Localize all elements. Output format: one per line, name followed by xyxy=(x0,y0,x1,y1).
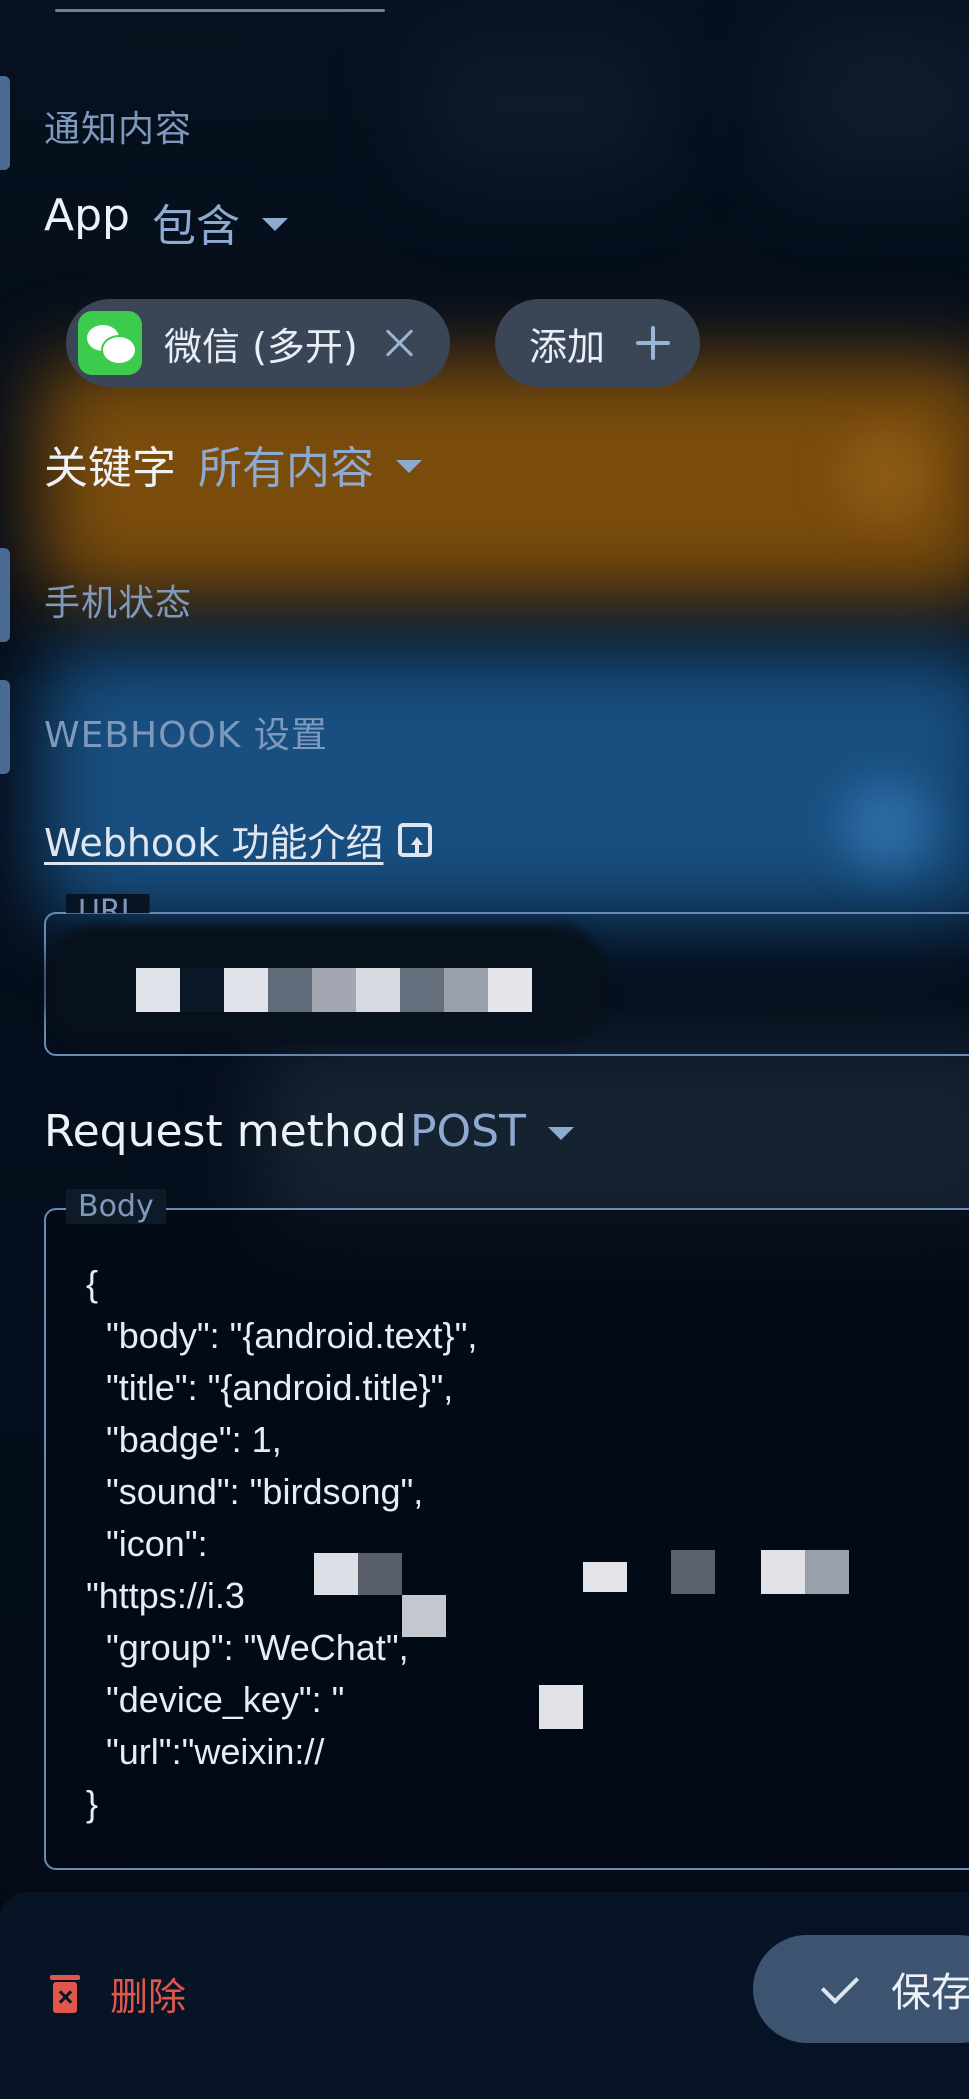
section-marker xyxy=(0,680,10,774)
webhook-intro-link[interactable]: Webhook 功能介绍 xyxy=(44,812,432,867)
redaction-pixel xyxy=(314,1553,358,1595)
caret-down-icon xyxy=(396,459,422,473)
app-chip-label: 微信 (多开) xyxy=(164,324,358,369)
body-line: "device_key": " xyxy=(86,1679,345,1720)
delete-button[interactable]: 删除 xyxy=(50,1966,186,2021)
previous-field-underline xyxy=(55,9,385,12)
section-marker xyxy=(0,76,10,170)
app-chip-wechat[interactable]: 微信 (多开) xyxy=(66,299,450,387)
body-line: } xyxy=(86,1783,99,1824)
body-json: { "body": "{android.text}", "title": "{a… xyxy=(86,1258,477,1830)
wallpaper-blur-orange xyxy=(40,360,969,600)
redaction-pixel xyxy=(488,968,532,1012)
redaction-pixel xyxy=(136,968,180,1012)
remove-app-icon[interactable] xyxy=(380,323,420,363)
wallpaper-blur-dark xyxy=(420,30,660,180)
add-app-label: 添加 xyxy=(529,324,606,369)
check-icon xyxy=(820,1965,860,2005)
section-title-webhook: WEBHOOK 设置 xyxy=(44,715,328,756)
add-app-button[interactable]: 添加 xyxy=(495,299,700,387)
redaction-pixel xyxy=(444,968,488,1012)
redaction-pixel xyxy=(180,968,224,1012)
body-textarea[interactable]: Body { "body": "{android.text}", "title"… xyxy=(44,1189,969,1870)
request-method-dropdown[interactable]: POST xyxy=(410,1106,574,1157)
caret-down-icon xyxy=(547,1127,574,1140)
wallpaper-blur-blue xyxy=(40,650,969,920)
section-marker xyxy=(0,548,10,642)
body-line: "title": "{android.title}", xyxy=(86,1367,454,1408)
delete-label: 删除 xyxy=(110,1975,187,2019)
trash-icon xyxy=(50,1974,80,2013)
request-method-value: POST xyxy=(410,1106,526,1157)
body-line: "url":"weixin:// xyxy=(86,1731,325,1772)
caret-down-icon xyxy=(262,217,288,231)
body-line: "badge": 1, xyxy=(86,1419,282,1460)
wallpaper-blur-spot xyxy=(840,780,930,870)
redaction-pixel xyxy=(539,1685,583,1729)
wallpaper-blur-spot xyxy=(840,430,930,520)
plus-icon xyxy=(636,326,670,360)
keyword-label: 关键字 xyxy=(44,443,176,494)
save-button[interactable]: 保存 xyxy=(753,1935,969,2043)
app-match-dropdown[interactable]: 包含 xyxy=(152,190,288,254)
url-input[interactable]: URL xyxy=(44,894,969,1056)
redaction-pixel xyxy=(356,968,400,1012)
body-line: "body": "{android.text}", xyxy=(86,1315,478,1356)
app-match-value: 包含 xyxy=(152,201,240,252)
webhook-intro-label: Webhook 功能介绍 xyxy=(44,821,384,865)
keyword-mode-dropdown[interactable]: 所有内容 xyxy=(198,432,422,496)
body-line: { xyxy=(86,1263,99,1304)
wallpaper-blur-dark xyxy=(780,20,969,180)
redaction-pixel xyxy=(224,968,268,1012)
open-external-icon xyxy=(397,822,432,857)
wechat-icon xyxy=(78,311,142,375)
redaction-pixel xyxy=(312,968,356,1012)
redaction-pixel xyxy=(402,1595,446,1637)
notification-rule-editor: 通知内容 App 包含 微信 (多开) 添加 关键字 所有内容 手机状态 WEB… xyxy=(0,0,969,2099)
save-label: 保存 xyxy=(891,1970,969,2016)
redaction-pixel xyxy=(761,1550,805,1594)
redaction-pixel xyxy=(583,1562,627,1592)
section-title-phone-state[interactable]: 手机状态 xyxy=(44,574,192,626)
app-label: App xyxy=(44,190,130,241)
body-line: "sound": "birdsong", xyxy=(86,1471,424,1512)
body-label: Body xyxy=(66,1189,166,1224)
body-line: "icon": xyxy=(86,1523,208,1564)
section-title-notification-content: 通知内容 xyxy=(44,109,193,150)
redaction-pixel xyxy=(805,1550,849,1594)
request-method-label: Request method xyxy=(44,1106,407,1157)
redaction-pixel xyxy=(400,968,444,1012)
keyword-mode-value: 所有内容 xyxy=(198,443,374,494)
redaction-pixel xyxy=(268,968,312,1012)
redaction-pixel xyxy=(671,1550,715,1594)
redaction-pixel xyxy=(358,1553,402,1595)
